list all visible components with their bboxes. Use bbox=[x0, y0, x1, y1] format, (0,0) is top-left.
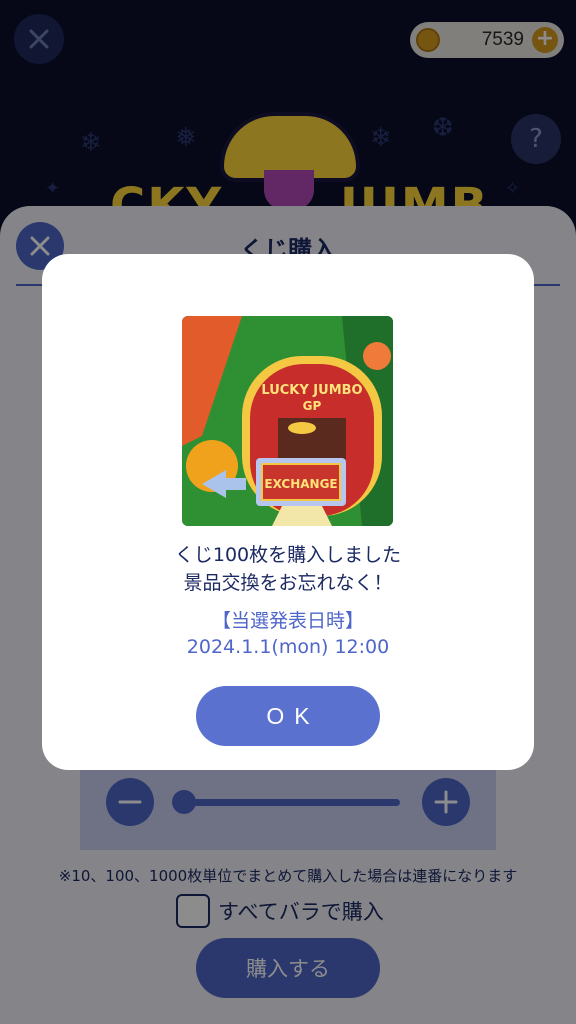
ok-button[interactable]: OK bbox=[196, 686, 380, 746]
exchange-sign-text: EXCHANGE bbox=[264, 477, 337, 491]
message-line-1: くじ100枚を購入しました bbox=[174, 544, 402, 566]
lucky-jumbo-booth-image: LUCKY JUMBO GP EXCHANGE bbox=[182, 316, 393, 526]
exchange-illustration: LUCKY JUMBO GP EXCHANGE bbox=[182, 316, 393, 526]
booth-sign-text: LUCKY JUMBO bbox=[261, 383, 362, 398]
message-line-2: 景品交換をお忘れなく！ bbox=[183, 572, 393, 594]
announcement-heading: 【当選発表日時】 bbox=[211, 610, 364, 632]
announcement-datetime: 2024.1.1(mon) 12:00 bbox=[186, 636, 390, 658]
purchase-complete-dialog: LUCKY JUMBO GP EXCHANGE くじ100枚を購入しました 景品… bbox=[42, 254, 534, 770]
booth-sign-sub-text: GP bbox=[303, 399, 322, 413]
